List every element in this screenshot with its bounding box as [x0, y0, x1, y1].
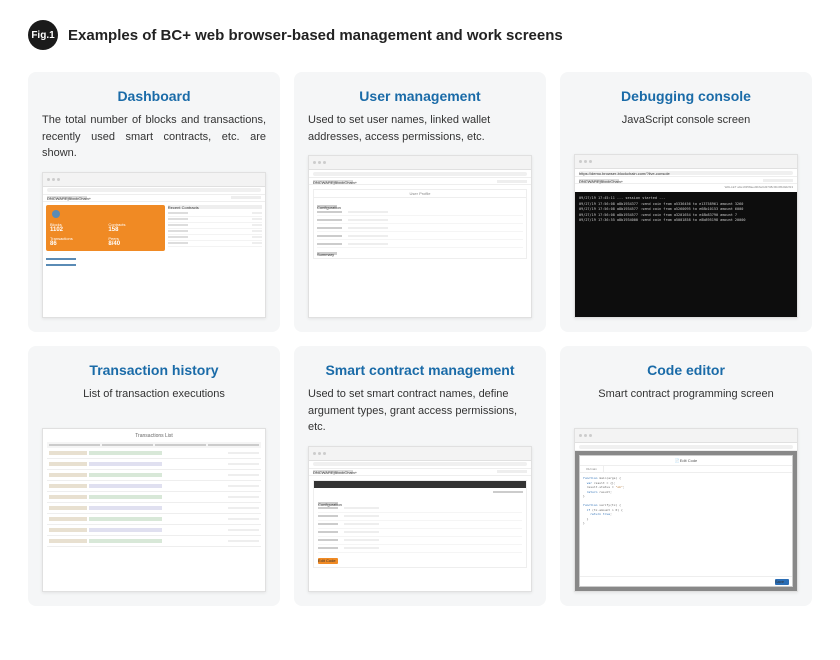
thumbnail-smart-contract-mgmt: DNCWARE|BlockChain+ Configuration Edit C	[308, 446, 532, 593]
screens-grid: Dashboard The total number of blocks and…	[28, 72, 812, 606]
thumbnail-dashboard: DNCWARE|BlockChain+ Blocks1102 Contracts…	[42, 172, 266, 319]
card-desc: List of transaction executions	[83, 386, 225, 418]
thumbnail-debug-console: https://demo.browser-blockchain.com/?liv…	[574, 154, 798, 318]
card-title: Debugging console	[621, 88, 751, 104]
thumbnail-user-management: DNCWARE|BlockChain+ User Profile Configu…	[308, 155, 532, 318]
card-desc: Used to set user names, linked wallet ad…	[308, 112, 532, 145]
card-user-management: User management Used to set user names, …	[294, 72, 546, 332]
dashboard-stats-panel: Blocks1102 Contracts158 Transactions86 P…	[46, 205, 165, 251]
card-desc: The total number of blocks and transacti…	[42, 112, 266, 162]
card-title: Smart contract management	[325, 362, 514, 378]
thumbnail-transaction-history: Transactions List	[42, 428, 266, 592]
card-smart-contract-management: Smart contract management Used to set sm…	[294, 346, 546, 606]
card-title: User management	[359, 88, 480, 104]
code-area: function main(args) { var result = {}; r…	[580, 473, 792, 576]
figure-title: Examples of BC+ web browser-based manage…	[68, 27, 563, 44]
card-title: Code editor	[647, 362, 725, 378]
figure-header: Fig.1 Examples of BC+ web browser-based …	[28, 20, 812, 50]
edit-code-button: Edit Code	[318, 558, 338, 564]
card-title: Dashboard	[117, 88, 190, 104]
card-title: Transaction history	[89, 362, 218, 378]
globe-icon	[52, 210, 60, 218]
card-desc: Used to set smart contract names, define…	[308, 386, 532, 436]
figure-badge: Fig.1	[28, 20, 58, 50]
thumbnail-code-editor: 📄 Edit Code #1/main function main(args) …	[574, 428, 798, 592]
save-button: Save	[775, 579, 789, 585]
card-desc: Smart contract programming screen	[598, 386, 773, 418]
card-code-editor: Code editor Smart contract programming s…	[560, 346, 812, 606]
card-transaction-history: Transaction history List of transaction …	[28, 346, 280, 606]
card-debugging-console: Debugging console JavaScript console scr…	[560, 72, 812, 332]
console-output: 09/27/19 17:45:11 --- session started --…	[575, 192, 797, 318]
card-dashboard: Dashboard The total number of blocks and…	[28, 72, 280, 332]
card-desc: JavaScript console screen	[622, 112, 750, 144]
